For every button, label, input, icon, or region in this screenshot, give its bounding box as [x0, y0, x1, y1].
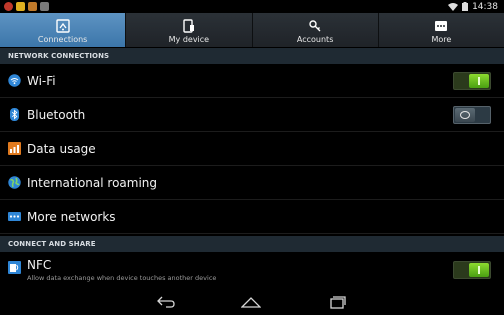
image-icon: [28, 2, 37, 11]
data-usage-label: Data usage: [27, 141, 96, 156]
key-icon: [307, 18, 323, 33]
data-usage-icon: [8, 142, 21, 155]
nfc-label: NFC: [27, 257, 52, 272]
puzzle-icon: [16, 2, 25, 11]
back-icon[interactable]: [156, 295, 176, 309]
recent-apps-icon[interactable]: [327, 295, 347, 309]
tab-bar: Connections My device Accounts More: [0, 13, 504, 47]
wifi-icon: [8, 74, 21, 87]
notification-icons: [0, 2, 49, 11]
section-header-connect-share: CONNECT AND SHARE: [0, 236, 504, 252]
tab-label: More: [431, 35, 452, 44]
bluetooth-icon: [8, 108, 21, 121]
tab-label: My device: [168, 35, 210, 44]
tab-connections[interactable]: Connections: [0, 13, 127, 47]
more-networks-label: More networks: [27, 209, 116, 224]
clock: 14:38: [472, 1, 498, 12]
nfc-row[interactable]: NFC Allow data exchange when device touc…: [0, 252, 504, 287]
tab-label: Accounts: [296, 35, 334, 44]
tab-my-device[interactable]: My device: [126, 13, 253, 47]
mail-icon: [40, 2, 49, 11]
nfc-icon: [8, 261, 21, 274]
tab-label: Connections: [37, 35, 88, 44]
nfc-sublabel: Allow data exchange when device touches …: [27, 273, 217, 282]
globe-icon: [8, 176, 21, 189]
bluetooth-row[interactable]: Bluetooth: [0, 98, 504, 132]
tab-accounts[interactable]: Accounts: [252, 13, 379, 47]
wifi-toggle[interactable]: [453, 71, 491, 90]
device-icon: [181, 18, 197, 33]
data-usage-row[interactable]: Data usage: [0, 132, 504, 166]
battery-icon: [462, 2, 469, 11]
toggle-knob: [469, 262, 489, 277]
international-roaming-row[interactable]: International roaming: [0, 166, 504, 200]
nfc-toggle[interactable]: [453, 260, 491, 279]
bluetooth-label: Bluetooth: [27, 107, 86, 122]
more-icon: [433, 18, 449, 33]
alert-icon: [4, 2, 13, 11]
more-networks-icon: [8, 210, 21, 223]
home-icon[interactable]: [241, 295, 261, 309]
bluetooth-toggle[interactable]: [453, 105, 491, 124]
international-roaming-label: International roaming: [27, 175, 158, 190]
tab-more[interactable]: More: [378, 13, 504, 47]
section-header-network: NETWORK CONNECTIONS: [0, 48, 504, 64]
toggle-knob: [469, 73, 489, 88]
connections-icon: [55, 18, 71, 33]
wifi-label: Wi-Fi: [27, 73, 56, 88]
more-networks-row[interactable]: More networks: [0, 200, 504, 234]
status-bar: 14:38: [0, 0, 504, 13]
wifi-icon: [448, 2, 459, 11]
wifi-row[interactable]: Wi-Fi: [0, 64, 504, 98]
nfc-text: NFC Allow data exchange when device touc…: [27, 258, 216, 282]
navigation-bar: [0, 290, 504, 315]
toggle-knob: [455, 107, 475, 122]
